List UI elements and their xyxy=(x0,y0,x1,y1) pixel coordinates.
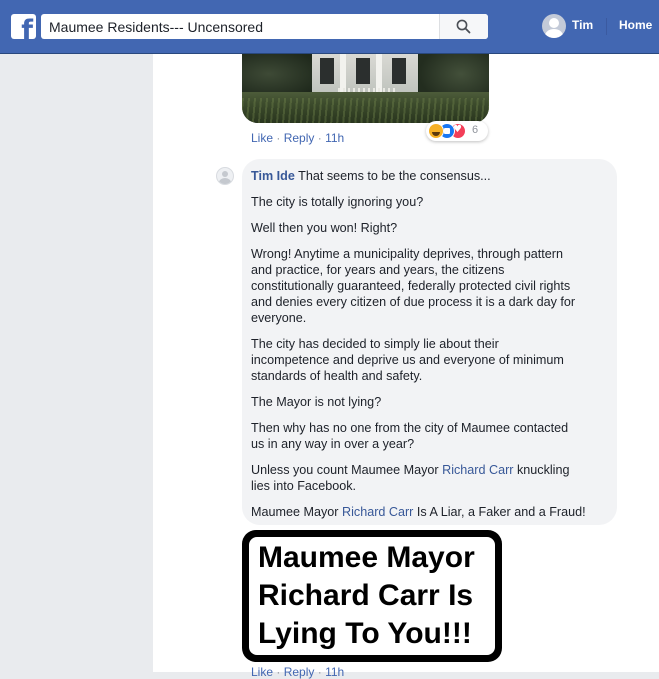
reactions-summary[interactable]: 6 xyxy=(426,121,488,141)
haha-icon xyxy=(428,123,444,139)
comment-paragraph: Then why has no one from the city of Mau… xyxy=(251,421,569,451)
comment-paragraph: The city has decided to simply lie about… xyxy=(251,337,564,383)
comment-paragraph: Maumee Mayor Richard Carr Is A Liar, a F… xyxy=(251,505,586,519)
comment-paragraph: The Mayor is not lying? xyxy=(251,395,382,409)
comment-image[interactable]: Maumee Mayor Richard Carr Is Lying To Yo… xyxy=(242,530,502,662)
timestamp-link[interactable]: 11h xyxy=(325,665,344,679)
commenter-avatar[interactable] xyxy=(216,167,234,185)
reply-link[interactable]: Reply xyxy=(284,665,315,679)
like-link[interactable]: Like xyxy=(251,665,273,679)
comment-actions: Like · Reply · 11h xyxy=(251,665,345,679)
facebook-logo-icon[interactable]: f xyxy=(11,14,36,39)
comment-paragraph: The city is totally ignoring you? xyxy=(251,195,424,209)
top-navigation-bar: f Tim Home xyxy=(0,0,659,54)
home-link[interactable]: Home xyxy=(619,18,652,32)
avatar xyxy=(542,14,566,38)
search-button[interactable] xyxy=(439,14,488,39)
comment-first-line: Tim Ide That seems to be the consensus..… xyxy=(251,169,491,183)
comment-paragraph: Unless you count Maumee Mayor Richard Ca… xyxy=(251,463,570,493)
timestamp-link[interactable]: 11h xyxy=(325,131,344,145)
profile-name[interactable]: Tim xyxy=(572,18,593,32)
mention-link[interactable]: Richard Carr xyxy=(342,505,413,519)
reply-photo[interactable] xyxy=(242,54,489,123)
meme-text-line: Maumee Mayor xyxy=(258,541,475,574)
reply-actions: Like · Reply · 11h xyxy=(251,131,345,145)
search-icon xyxy=(456,19,471,34)
meme-text-line: Richard Carr Is xyxy=(258,579,474,612)
search-box xyxy=(41,14,488,39)
reply-link[interactable]: Reply xyxy=(284,131,315,145)
nav-divider xyxy=(606,18,607,35)
meme-text-line: Lying To You!!! xyxy=(258,617,472,650)
like-link[interactable]: Like xyxy=(251,131,273,145)
comment-paragraph: Wrong! Anytime a municipality deprives, … xyxy=(251,247,576,325)
reaction-count: 6 xyxy=(472,124,479,136)
comment-paragraph: Well then you won! Right? xyxy=(251,221,398,235)
comment-author[interactable]: Tim Ide xyxy=(251,169,295,183)
search-input[interactable] xyxy=(49,17,439,36)
mention-link[interactable]: Richard Carr xyxy=(442,463,513,477)
